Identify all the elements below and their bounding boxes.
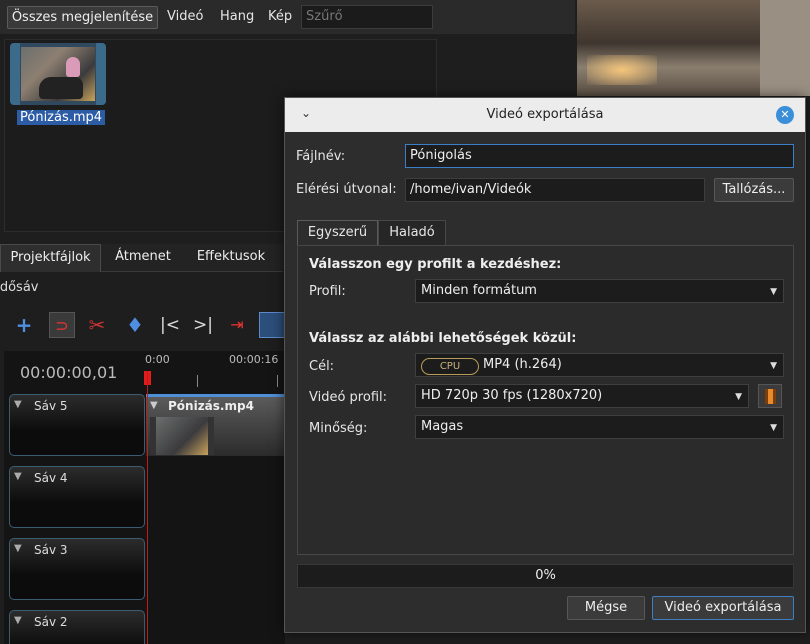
ruler-label: 0:00 — [145, 353, 170, 366]
track-caret-icon[interactable]: ▼ — [14, 543, 22, 554]
path-input[interactable]: /home/ivan/Videók — [405, 178, 705, 202]
track-caret-icon[interactable]: ▼ — [14, 399, 22, 410]
clip-caret-icon[interactable]: ▼ — [150, 400, 158, 411]
track-header[interactable]: ▼ Sáv 4 — [9, 466, 145, 528]
clip-name: Pónizás.mp4 — [168, 399, 254, 413]
track-name: Sáv 2 — [34, 615, 68, 629]
timeline-toolbar: + ⊃ ✂ ♦ |< >| ⇥ — [0, 305, 285, 345]
dialog-title: Videó exportálása — [486, 107, 604, 122]
ruler-tick — [277, 375, 278, 387]
tab-project-files[interactable]: Projektfájlok — [0, 244, 101, 272]
options-section-heading: Válassz az alábbi lehetőségek közül: — [309, 331, 577, 346]
center-playhead-icon[interactable]: ⇥ — [224, 312, 250, 338]
add-marker-icon[interactable]: ♦ — [122, 312, 148, 338]
film-strip-right — [96, 43, 106, 105]
tab-advanced[interactable]: Haladó — [378, 220, 446, 246]
clip-thumbnail — [150, 417, 214, 455]
thumbnail-image — [21, 47, 95, 101]
show-all-button[interactable]: Összes megjelenítése — [7, 6, 158, 29]
profile-label: Profil: — [309, 284, 346, 299]
profile-section-heading: Válasszon egy profilt a kezdéshez: — [309, 257, 562, 272]
filter-audio-button[interactable]: Hang — [220, 9, 254, 24]
video-profile-value: HD 720p 30 fps (1280x720) — [421, 388, 603, 403]
cpu-badge: CPU — [421, 358, 479, 375]
ruler-label: 00:00:16 — [229, 353, 279, 366]
razor-icon[interactable]: ✂ — [84, 312, 110, 338]
track-header[interactable]: ▼ Sáv 3 — [9, 538, 145, 600]
chevron-down-icon: ▼ — [770, 361, 777, 371]
track-header[interactable]: ▼ Sáv 2 — [9, 610, 145, 644]
tab-transitions[interactable]: Átmenet — [105, 244, 181, 272]
timeline-title: Idősáv — [0, 280, 39, 295]
file-name-label[interactable]: Pónizás.mp4 — [17, 110, 106, 125]
timecode-display: 00:00:00,01 — [20, 363, 118, 382]
timeline-clip[interactable]: ▼ Pónizás.mp4 — [146, 394, 286, 456]
profile-select[interactable]: Minden formátum ▼ — [415, 279, 784, 303]
magnet-icon[interactable]: ⊃ — [49, 312, 75, 338]
target-label: Cél: — [309, 359, 335, 374]
export-progress-bar: 0% — [297, 564, 794, 588]
progress-text: 0% — [535, 568, 556, 583]
filter-search-input[interactable]: Szűrő — [301, 5, 433, 29]
track-name: Sáv 3 — [34, 543, 68, 557]
jump-end-icon[interactable]: >| — [190, 312, 216, 338]
path-label: Elérési útvonal: — [296, 182, 397, 197]
export-video-button[interactable]: Videó exportálása — [652, 596, 794, 620]
quality-value: Magas — [421, 419, 464, 434]
export-video-dialog: ⌄ Videó exportálása ✕ Fájlnév: Pónigolás… — [284, 97, 806, 633]
timeline-panel: 00:00:00,01 0:00 00:00:16 ▼ Sáv 5 ▼ Póni… — [4, 351, 286, 644]
chevron-down-icon: ▼ — [735, 392, 742, 402]
target-value: MP4 (h.264) — [483, 357, 562, 372]
quality-select[interactable]: Magas ▼ — [415, 415, 784, 439]
timeline-ruler[interactable]: 0:00 00:00:16 — [145, 351, 285, 391]
video-preview — [577, 0, 810, 96]
chevron-down-icon: ▼ — [770, 423, 777, 433]
profile-value: Minden formátum — [421, 283, 537, 298]
film-strip-left — [10, 43, 20, 105]
video-profile-select[interactable]: HD 720p 30 fps (1280x720) ▼ — [415, 384, 749, 408]
dialog-titlebar: ⌄ Videó exportálása ✕ — [285, 98, 805, 132]
track-header[interactable]: ▼ Sáv 5 — [9, 394, 145, 456]
filename-input[interactable]: Pónigolás — [405, 144, 794, 168]
close-icon[interactable]: ✕ — [776, 106, 794, 124]
playhead-line — [147, 371, 148, 644]
filter-video-button[interactable]: Videó — [167, 9, 203, 24]
track-caret-icon[interactable]: ▼ — [14, 615, 22, 626]
preview-light — [587, 55, 657, 85]
tab-simple[interactable]: Egyszerű — [297, 220, 378, 246]
cancel-button[interactable]: Mégse — [567, 596, 645, 620]
rider-shape — [66, 57, 80, 77]
track-name: Sáv 5 — [34, 399, 68, 413]
project-tabs: Projektfájlok Átmenet Effektusok — [0, 244, 283, 272]
track-name: Sáv 4 — [34, 471, 68, 485]
jump-start-icon[interactable]: |< — [157, 312, 183, 338]
film-icon[interactable] — [758, 384, 782, 408]
filter-toolbar: Összes megjelenítése Videó Hang Kép Szűr… — [0, 0, 575, 34]
film-glyph — [765, 389, 776, 404]
preview-wall — [760, 0, 810, 96]
add-track-icon[interactable]: + — [11, 312, 37, 338]
filter-image-button[interactable]: Kép — [268, 9, 292, 24]
video-profile-label: Videó profil: — [309, 390, 387, 405]
pony-shape — [39, 77, 83, 99]
quality-label: Minőség: — [309, 421, 368, 436]
target-select[interactable]: CPU MP4 (h.264) ▼ — [415, 353, 784, 377]
zoom-slider-handle[interactable] — [259, 312, 285, 338]
file-thumbnail[interactable] — [10, 43, 106, 105]
tab-effects[interactable]: Effektusok — [185, 244, 277, 272]
simple-tab-panel: Válasszon egy profilt a kezdéshez: Profi… — [297, 245, 794, 555]
chevron-down-icon: ▼ — [770, 287, 777, 297]
track-caret-icon[interactable]: ▼ — [14, 471, 22, 482]
browse-button[interactable]: Tallózás... — [714, 178, 794, 202]
filename-label: Fájlnév: — [296, 149, 346, 164]
ruler-tick — [197, 375, 198, 387]
